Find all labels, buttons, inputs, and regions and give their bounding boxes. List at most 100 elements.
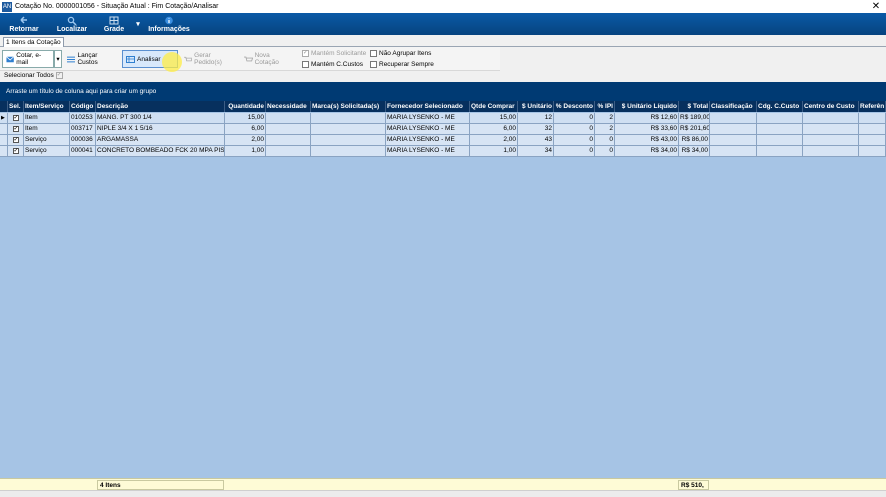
cell-qtde-comprar[interactable]: 6,00 [470,124,518,134]
group-by-panel[interactable]: Arraste um título de coluna aqui para cr… [0,82,886,101]
cell-necessidade [266,124,311,134]
cell-desconto[interactable]: 0 [554,124,595,134]
column-header[interactable]: Sel. [8,101,24,112]
tab-itens-cotacao[interactable]: 1 Itens da Cotação [3,37,64,47]
ribbon: Retornar Localizar Grade ▾ Informações [0,13,886,35]
cart-icon [244,56,253,61]
column-header[interactable]: Cdg. C.Custo [757,101,803,112]
row-select-checkbox[interactable]: ✓ [8,146,24,156]
cell-marcas [311,113,386,123]
cell-descricao: CONCRETO BOMBEADO FCK 20 MPA PISO [97,146,225,156]
cotar-dropdown[interactable]: ▾ [54,50,62,68]
column-header[interactable]: Marca(s) Solicitada(s) [311,101,386,112]
cell-fornecedor: MARIA LYSENKO - ME [386,146,470,156]
cell-ipi[interactable]: 2 [595,113,615,123]
cotar-email-label: Cotar, e-mail [16,52,42,66]
cell-tipo: Item [24,113,70,123]
column-header[interactable]: Fornecedor Selecionado [386,101,470,112]
grade-dropdown[interactable]: ▾ [132,13,144,35]
informacoes-button[interactable]: Informações [144,13,194,35]
column-header[interactable]: Quantidade [225,101,266,112]
select-all-checkbox[interactable]: Selecionar Todos ✓ [4,72,63,79]
cell-desconto[interactable]: 0 [554,146,595,156]
cell-tipo: Serviço [24,146,70,156]
status-bar [0,490,886,497]
cell-quantidade: 6,00 [225,124,266,134]
cell-unitario[interactable]: 34 [518,146,554,156]
retornar-button[interactable]: Retornar [0,13,48,35]
cell-classificacao [710,146,757,156]
column-header[interactable]: Descrição [96,101,225,112]
title-bar: AN Cotação No. 0000001056 - Situação Atu… [0,0,886,13]
select-all-label: Selecionar Todos [4,72,54,79]
cell-classificacao [710,124,757,134]
cell-qtde-comprar[interactable]: 1,00 [470,146,518,156]
column-header[interactable]: Classificação [710,101,757,112]
app-icon: AN [2,1,12,12]
cell-marcas [311,124,386,134]
table-row[interactable]: ✓ Item 003717 NIPLE 3/4 X 1 5/16 6,00 MA… [0,124,886,135]
cell-necessidade [266,113,311,123]
cell-quantidade: 1,00 [225,146,266,156]
column-header[interactable]: $ Unitário Líquido [615,101,679,112]
cart-icon [184,56,193,61]
mantem-ccustos-checkbox[interactable]: Mantém C.Custos [302,61,363,68]
cell-unitario[interactable]: 32 [518,124,554,134]
column-header[interactable]: $ Unitário [518,101,554,112]
nova-cotacao-button[interactable]: Nova Cotação [241,50,297,68]
row-select-checkbox[interactable]: ✓ [8,113,24,123]
grade-label: Grade [103,26,125,33]
cell-centro-custo [803,113,859,123]
back-arrow-icon [20,16,27,24]
row-select-checkbox[interactable]: ✓ [8,135,24,145]
cell-liquido: R$ 33,60 [615,124,679,134]
table-row[interactable]: ▶ ✓ Item 010253 MANG. PT 300 1/4 15,00 M… [0,113,886,124]
localizar-button[interactable]: Localizar [48,13,96,35]
mantem-solicitante-checkbox[interactable]: ✓ Mantém Solicitante [302,50,366,57]
row-select-checkbox[interactable]: ✓ [8,124,24,134]
cell-codigo: 000041 [70,146,96,156]
cell-qtde-comprar[interactable]: 15,00 [470,113,518,123]
grid-footer: 4 Itens R$ 510, [0,478,886,490]
group-hint: Arraste um título de coluna aqui para cr… [6,88,157,95]
grade-button[interactable]: Grade [96,13,132,35]
cell-descricao: NIPLE 3/4 X 1 5/16 [96,124,225,134]
column-header[interactable]: Item/Serviço [24,101,70,112]
cell-total: R$ 189,00 [680,113,710,123]
cell-desconto[interactable]: 0 [554,135,595,145]
cell-tipo: Item [24,124,70,134]
column-header[interactable]: Necessidade [266,101,311,112]
cell-unitario[interactable]: 43 [518,135,554,145]
gerar-pedidos-button[interactable]: Gerar Pedido(s) [181,50,239,68]
column-header[interactable]: $ Total [679,101,710,112]
cell-qtde-comprar[interactable]: 2,00 [470,135,518,145]
cotar-email-button[interactable]: Cotar, e-mail [2,50,54,68]
column-header[interactable]: Qtde Comprar [470,101,518,112]
cell-unitario[interactable]: 12 [518,113,554,123]
column-header[interactable]: Centro de Custo [803,101,859,112]
retornar-label: Retornar [9,26,39,33]
informacoes-label: Informações [148,26,190,33]
column-header[interactable]: % Desconto [554,101,595,112]
cell-desconto[interactable]: 0 [554,113,595,123]
close-icon[interactable]: ✕ [870,0,882,13]
cell-liquido: R$ 34,00 [615,146,679,156]
lancar-custos-button[interactable]: Lançar Custos [64,50,120,68]
cell-ipi[interactable]: 0 [595,146,615,156]
column-header[interactable]: Código [70,101,96,112]
nao-agrupar-checkbox[interactable]: Não Agrupar Itens [370,50,431,57]
check-icon: ✓ [55,72,63,79]
cursor-highlight [162,52,182,72]
cell-total: R$ 34,00 [679,146,710,156]
cell-centro-custo [803,135,859,145]
list-icon [67,56,76,62]
recuperar-sempre-checkbox[interactable]: Recuperar Sempre [370,61,434,68]
table-row[interactable]: ✓ Serviço 000036 ARGAMASSA 2,00 MARIA LY… [0,135,886,146]
localizar-label: Localizar [56,26,88,33]
table-row[interactable]: ✓ Serviço 000041 CONCRETO BOMBEADO FCK 2… [0,146,886,157]
column-header[interactable]: Referên [859,101,886,112]
cell-necessidade [266,135,311,145]
cell-ipi[interactable]: 0 [595,135,615,145]
column-header[interactable]: % IPI [595,101,615,112]
cell-ipi[interactable]: 2 [595,124,615,134]
